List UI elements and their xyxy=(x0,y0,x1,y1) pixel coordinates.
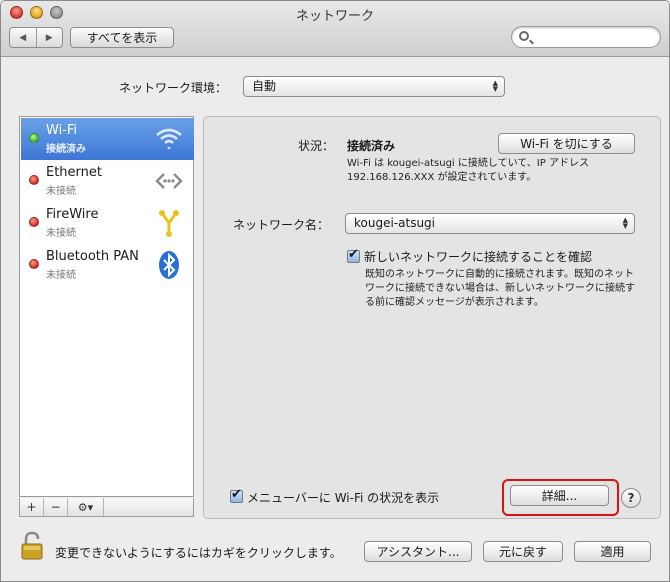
remove-service-button[interactable]: − xyxy=(44,498,68,516)
popup-arrows-icon: ▲ ▼ xyxy=(492,79,498,93)
service-status: 未接続 xyxy=(46,228,76,239)
service-item-wifi[interactable]: Wi-Fi 接続済み xyxy=(21,118,194,160)
ask-to-join-description: 既知のネットワークに自動的に接続されます。既知のネットワークに接続できない場合は… xyxy=(365,269,635,308)
search-icon xyxy=(519,31,529,41)
service-name: Wi-Fi xyxy=(46,123,78,138)
show-wifi-in-menubar-label[interactable]: メニューバーに Wi-Fi の状況を表示 xyxy=(247,489,439,506)
wifi-icon xyxy=(156,128,182,150)
status-value: 接続済み xyxy=(347,139,396,153)
revert-button[interactable]: 元に戻す xyxy=(483,541,563,562)
service-item-ethernet[interactable]: Ethernet 未接続 xyxy=(21,160,194,202)
location-label: ネットワーク環境： xyxy=(119,81,228,95)
window-title: ネットワーク xyxy=(295,9,374,24)
advanced-button[interactable]: 詳細... xyxy=(510,485,609,506)
assistant-button[interactable]: アシスタント... xyxy=(364,541,472,562)
status-dot-icon xyxy=(29,259,39,269)
back-forward-control: ◀ ▶ xyxy=(9,27,63,48)
service-item-firewire[interactable]: FireWire 未接続 xyxy=(21,202,194,244)
service-list: Wi-Fi 接続済み Ethernet 未接続 FireWire 未接続 Blu… xyxy=(19,116,194,497)
location-value: 自動 xyxy=(252,79,277,93)
ask-to-join-label[interactable]: 新しいネットワークに接続することを確認 xyxy=(364,248,592,265)
ethernet-icon xyxy=(155,173,183,189)
status-dot-icon xyxy=(29,217,39,227)
search-field[interactable] xyxy=(511,26,661,48)
action-menu-button[interactable]: ⚙▾ xyxy=(68,498,104,516)
apply-button[interactable]: 適用 xyxy=(574,541,651,562)
lock-hint: 変更できないようにするにはカギをクリックします。 xyxy=(55,546,342,560)
status-label: 状況： xyxy=(298,139,335,153)
service-status: 未接続 xyxy=(46,186,76,197)
lock-icon[interactable] xyxy=(21,531,43,561)
back-button[interactable]: ◀ xyxy=(10,28,36,47)
ask-to-join-checkbox[interactable] xyxy=(347,247,360,263)
firewire-icon xyxy=(159,210,179,237)
service-status: 接続済み xyxy=(46,144,86,155)
wifi-off-button[interactable]: Wi-Fi を切にする xyxy=(498,133,635,154)
status-description: Wi-Fi は kougei-atsugi に接続していて、IP アドレス 19… xyxy=(347,158,589,183)
bluetooth-icon xyxy=(159,251,179,279)
service-list-toolbar: + − ⚙▾ xyxy=(19,498,194,517)
network-name-popup[interactable]: kougei-atsugi ▲ ▼ xyxy=(345,213,635,234)
service-name: Ethernet xyxy=(46,165,102,180)
title-bar: ネットワーク ◀ ▶ すべてを表示 xyxy=(1,1,669,57)
show-wifi-in-menubar-checkbox[interactable] xyxy=(230,487,243,503)
status-dot-icon xyxy=(29,133,39,143)
help-button[interactable]: ? xyxy=(621,488,641,508)
service-status: 未接続 xyxy=(46,270,76,281)
popup-arrows-icon: ▲ ▼ xyxy=(622,216,628,230)
show-all-button[interactable]: すべてを表示 xyxy=(70,27,174,48)
service-name: FireWire xyxy=(46,207,99,222)
service-name: Bluetooth PAN xyxy=(46,249,139,264)
status-dot-icon xyxy=(29,175,39,185)
location-popup[interactable]: 自動 ▲ ▼ xyxy=(243,76,505,97)
network-name-value: kougei-atsugi xyxy=(354,216,435,230)
network-name-label: ネットワーク名： xyxy=(233,218,330,232)
service-item-bluetooth-pan[interactable]: Bluetooth PAN 未接続 xyxy=(21,244,194,286)
forward-button[interactable]: ▶ xyxy=(35,28,63,47)
add-service-button[interactable]: + xyxy=(20,498,44,516)
network-preferences-window: ネットワーク ◀ ▶ すべてを表示 ネットワーク環境： 自動 ▲ ▼ Wi-Fi … xyxy=(0,0,670,582)
